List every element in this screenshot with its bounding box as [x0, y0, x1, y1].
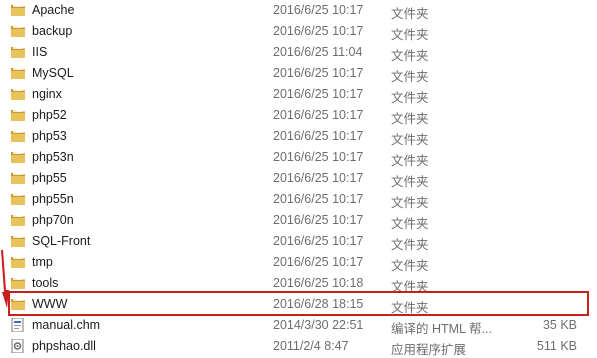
file-name: php53n [32, 150, 74, 164]
file-row[interactable]: php53n 2016/6/25 10:17 文件夹 [0, 147, 597, 168]
file-row[interactable]: php55n 2016/6/25 10:17 文件夹 [0, 189, 597, 210]
file-type: 文件夹 [391, 133, 429, 147]
file-row[interactable]: php70n 2016/6/25 10:17 文件夹 [0, 210, 597, 231]
file-type: 文件夹 [391, 70, 429, 84]
file-name: php55 [32, 171, 67, 185]
file-type: 文件夹 [391, 49, 429, 63]
file-date-modified: 2016/6/25 10:17 [273, 150, 364, 164]
file-name: SQL-Front [32, 234, 91, 248]
file-type: 文件夹 [391, 238, 429, 252]
folder-icon [10, 255, 26, 269]
file-date-modified: 2016/6/25 10:17 [273, 87, 364, 101]
file-date-modified: 2016/6/25 10:17 [273, 234, 364, 248]
file-name: php55n [32, 192, 74, 206]
file-name: backup [32, 24, 73, 38]
file-type: 编译的 HTML 帮... [391, 322, 492, 336]
file-type: 文件夹 [391, 280, 429, 294]
file-row[interactable]: tmp 2016/6/25 10:17 文件夹 [0, 252, 597, 273]
file-date-modified: 2014/3/30 22:51 [273, 318, 364, 332]
file-row[interactable]: php55 2016/6/25 10:17 文件夹 [0, 168, 597, 189]
file-row[interactable]: Apache 2016/6/25 10:17 文件夹 [0, 0, 597, 21]
folder-icon [10, 66, 26, 80]
file-date-modified: 2016/6/25 10:17 [273, 108, 364, 122]
file-row[interactable]: IIS 2016/6/25 11:04 文件夹 [0, 42, 597, 63]
folder-icon [10, 24, 26, 38]
folder-icon [10, 45, 26, 59]
file-type: 文件夹 [391, 28, 429, 42]
file-type: 文件夹 [391, 259, 429, 273]
folder-icon [10, 108, 26, 122]
file-date-modified: 2016/6/25 10:17 [273, 3, 364, 17]
file-row[interactable]: tools 2016/6/25 10:18 文件夹 [0, 273, 597, 294]
file-type: 文件夹 [391, 301, 429, 315]
file-name: php70n [32, 213, 74, 227]
file-row[interactable]: backup 2016/6/25 10:17 文件夹 [0, 21, 597, 42]
file-name: tmp [32, 255, 53, 269]
file-name: php53 [32, 129, 67, 143]
file-row[interactable]: manual.chm 2014/3/30 22:51 编译的 HTML 帮... 35… [0, 315, 597, 336]
file-row[interactable]: php53 2016/6/25 10:17 文件夹 [0, 126, 597, 147]
file-date-modified: 2016/6/25 10:17 [273, 24, 364, 38]
file-date-modified: 2016/6/25 10:17 [273, 129, 364, 143]
file-name: IIS [32, 45, 48, 59]
file-name: Apache [32, 3, 75, 17]
file-name: manual.chm [32, 318, 101, 332]
file-row[interactable]: phpshao.dll 2011/2/4 8:47 应用程序扩展 511 KB [0, 336, 597, 357]
file-name: MySQL [32, 66, 74, 80]
file-list: Apache 2016/6/25 10:17 文件夹 backup 2016/6/25 … [0, 0, 597, 357]
file-name: WWW [32, 297, 68, 311]
file-date-modified: 2011/2/4 8:47 [273, 339, 349, 353]
file-date-modified: 2016/6/25 10:17 [273, 192, 364, 206]
file-name: tools [32, 276, 59, 290]
file-date-modified: 2016/6/25 10:17 [273, 213, 364, 227]
folder-icon [10, 87, 26, 101]
file-date-modified: 2016/6/25 10:17 [273, 66, 364, 80]
file-row[interactable]: WWW 2016/6/28 18:15 文件夹 [0, 294, 597, 315]
file-date-modified: 2016/6/25 11:04 [273, 45, 363, 59]
file-type: 文件夹 [391, 217, 429, 231]
folder-icon [10, 171, 26, 185]
file-size: 511 KB [536, 339, 577, 353]
folder-icon [10, 150, 26, 164]
file-row[interactable]: SQL-Front 2016/6/25 10:17 文件夹 [0, 231, 597, 252]
file-row[interactable]: nginx 2016/6/25 10:17 文件夹 [0, 84, 597, 105]
file-row[interactable]: php52 2016/6/25 10:17 文件夹 [0, 105, 597, 126]
file-date-modified: 2016/6/25 10:17 [273, 255, 364, 269]
file-type: 文件夹 [391, 154, 429, 168]
file-type: 文件夹 [391, 112, 429, 126]
folder-icon [10, 297, 26, 311]
file-name: phpshao.dll [32, 339, 96, 353]
folder-icon [10, 192, 26, 206]
folder-icon [10, 234, 26, 248]
dll-file-icon [10, 338, 26, 354]
chm-file-icon [10, 317, 26, 333]
file-type: 文件夹 [391, 7, 429, 21]
file-name: nginx [32, 87, 62, 101]
file-type: 文件夹 [391, 196, 429, 210]
file-date-modified: 2016/6/25 10:17 [273, 171, 364, 185]
folder-icon [10, 3, 26, 17]
folder-icon [10, 276, 26, 290]
file-size: 35 KB [542, 318, 577, 332]
file-type: 文件夹 [391, 91, 429, 105]
folder-icon [10, 213, 26, 227]
file-type: 文件夹 [391, 175, 429, 189]
file-date-modified: 2016/6/25 10:18 [273, 276, 364, 290]
file-type: 应用程序扩展 [391, 343, 467, 357]
file-row[interactable]: MySQL 2016/6/25 10:17 文件夹 [0, 63, 597, 84]
folder-icon [10, 129, 26, 143]
file-name: php52 [32, 108, 67, 122]
file-date-modified: 2016/6/28 18:15 [273, 297, 364, 311]
